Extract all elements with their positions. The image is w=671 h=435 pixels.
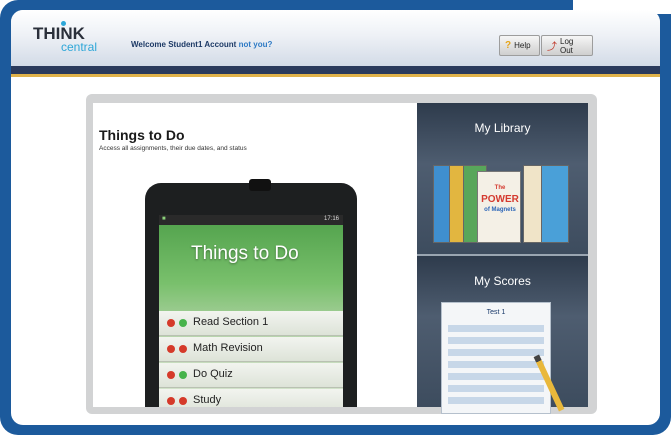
not-you-link[interactable]: not you? <box>239 40 273 49</box>
task-item: Do Quiz <box>159 363 343 388</box>
logout-icon: ⤴ <box>547 42 557 53</box>
book-title-line: POWER <box>481 194 519 205</box>
status-red-icon <box>179 397 187 405</box>
android-icon: ■ <box>162 216 166 222</box>
book-cover-featured: The POWER of Magnets <box>477 171 521 243</box>
dashboard-card: Things to Do Access all assignments, the… <box>86 94 597 414</box>
answer-row <box>448 385 544 392</box>
task-item: Math Revision <box>159 337 343 362</box>
app-frame: THINK central Welcome Student1 Account n… <box>0 0 671 435</box>
task-label: Read Section 1 <box>193 316 269 328</box>
tablet-screen-title: Things to Do <box>191 243 299 264</box>
book-cover <box>541 165 569 243</box>
answer-row <box>448 349 544 356</box>
help-button[interactable]: ? Help <box>499 35 540 56</box>
books-illustration: The POWER of Magnets <box>433 165 571 243</box>
answer-sheet-illustration: Test 1 <box>441 302 565 414</box>
status-green-icon <box>179 371 187 379</box>
answer-row <box>448 325 544 332</box>
status-time: 17:16 <box>323 216 339 222</box>
answer-row <box>448 337 544 344</box>
answer-row <box>448 361 544 368</box>
logo-dot-icon <box>61 21 66 26</box>
tablet-screen: ■ 17:16 Things to Do Read Section 1 Math… <box>159 215 343 407</box>
header-bar: THINK central Welcome Student1 Account n… <box>11 10 660 67</box>
logout-button[interactable]: ⤴ Log Out <box>541 35 593 56</box>
answer-sheet-title: Test 1 <box>486 309 506 316</box>
task-label: Math Revision <box>193 342 263 354</box>
header-gold-rule <box>11 74 660 77</box>
tablet-illustration: ■ 17:16 Things to Do Read Section 1 Math… <box>145 179 357 407</box>
things-to-do-title: Things to Do <box>99 127 185 143</box>
task-item: Read Section 1 <box>159 311 343 336</box>
status-red-icon <box>167 345 175 353</box>
status-red-icon <box>167 319 175 327</box>
help-label: Help <box>514 41 531 50</box>
task-label: Do Quiz <box>193 368 233 380</box>
my-scores-panel[interactable]: My Scores Test 1 <box>417 256 588 414</box>
answer-row <box>448 397 544 404</box>
help-icon: ? <box>505 40 512 51</box>
welcome-message: Welcome Student1 Account not you? <box>131 40 272 49</box>
things-to-do-subtitle: Access all assignments, their due dates,… <box>99 145 247 152</box>
things-to-do-panel[interactable]: Things to Do Access all assignments, the… <box>93 103 417 407</box>
answer-row <box>448 373 544 380</box>
my-library-panel[interactable]: My Library The POWER of Magnets <box>417 103 588 255</box>
status-red-icon <box>167 397 175 405</box>
think-central-logo[interactable]: THINK central <box>33 21 97 60</box>
my-library-title: My Library <box>474 121 531 135</box>
header-navy-band <box>11 66 660 74</box>
tablet-status-bar: ■ 17:16 <box>159 215 343 225</box>
welcome-text: Welcome Student1 Account <box>131 40 237 49</box>
task-item: Study <box>159 389 343 407</box>
my-scores-title: My Scores <box>474 274 531 288</box>
status-red-icon <box>167 371 175 379</box>
page-content: THINK central Welcome Student1 Account n… <box>11 10 660 425</box>
logo-subtext: central <box>61 40 98 54</box>
logout-label: Log Out <box>560 36 574 55</box>
book-title-line: of Magnets <box>484 207 516 213</box>
book-title-line: The <box>494 185 506 191</box>
tablet-camera-notch <box>249 179 271 191</box>
status-red-icon <box>179 345 187 353</box>
task-label: Study <box>193 394 222 406</box>
status-green-icon <box>179 319 187 327</box>
